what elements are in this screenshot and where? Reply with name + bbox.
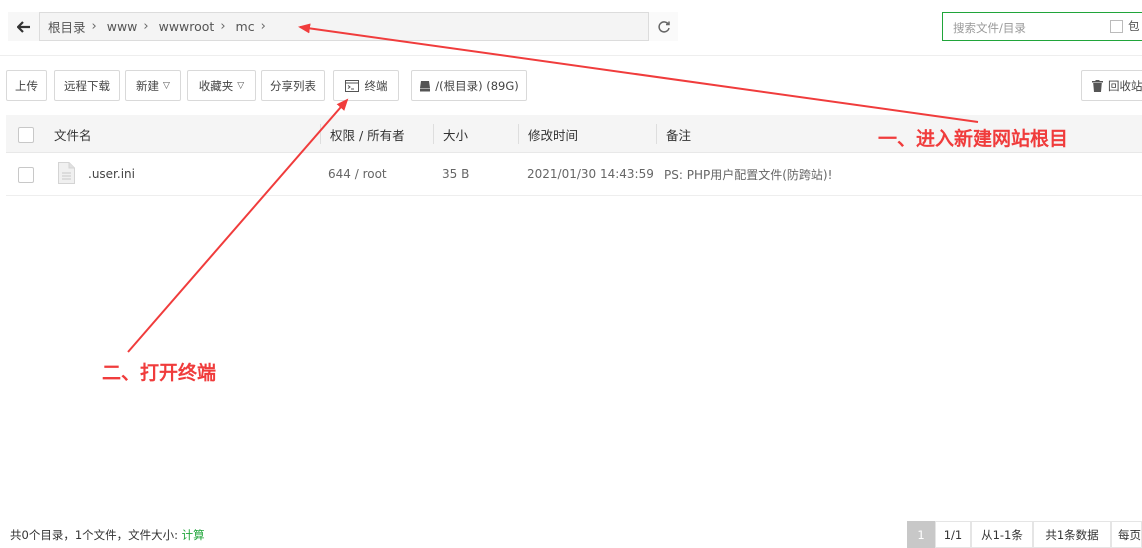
annotation-step2: 二、打开终端 xyxy=(102,362,217,384)
annotation-arrows xyxy=(127,23,979,353)
arrow-to-breadcrumb xyxy=(298,23,979,123)
page-current[interactable]: 1 xyxy=(907,521,935,548)
footer-summary: 共0个目录，1个文件，文件大小: 计算 xyxy=(10,527,205,543)
calculate-size-link[interactable]: 计算 xyxy=(182,528,205,542)
arrow-to-terminal xyxy=(127,98,349,353)
per-page-select[interactable]: 每页 xyxy=(1111,521,1142,548)
footer-summary-text: 共0个目录，1个文件，文件大小: xyxy=(10,528,182,542)
page-range: 从1-1条 xyxy=(971,521,1033,548)
annotation-step1: 一、进入新建网站根目 xyxy=(878,128,1069,150)
page-count: 1/1 xyxy=(935,521,971,548)
page-total: 共1条数据 xyxy=(1033,521,1111,548)
